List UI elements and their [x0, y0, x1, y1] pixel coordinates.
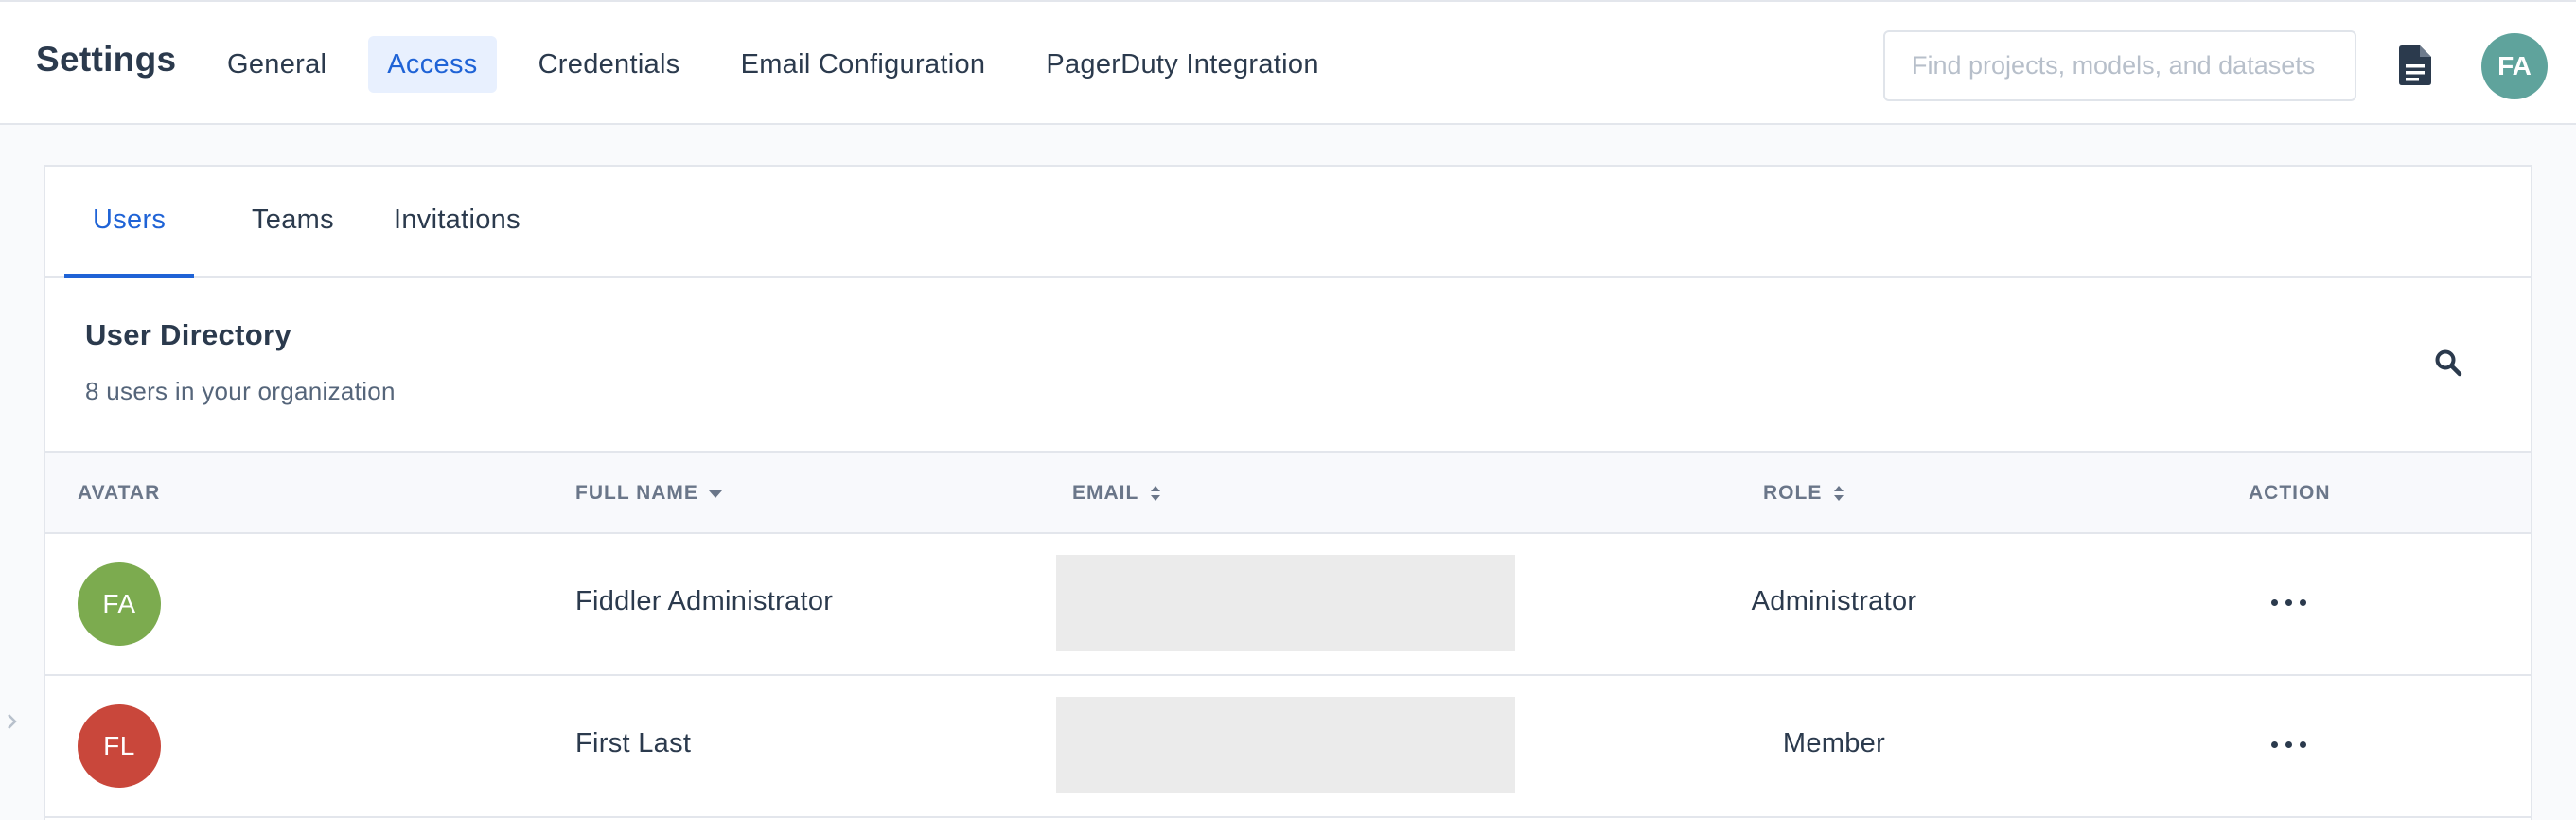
settings-nav: General Access Credentials Email Configu…: [208, 36, 1361, 93]
column-header-role[interactable]: ROLE: [1763, 453, 1846, 534]
email-redacted: [1056, 697, 1515, 793]
avatar: FL: [78, 704, 161, 788]
user-full-name: Fiddler Administrator: [575, 586, 834, 616]
column-header-email[interactable]: EMAIL: [1072, 453, 1163, 534]
column-header-full-name[interactable]: FULL NAME: [575, 453, 723, 534]
table-header: AVATAR FULL NAME EMAIL ROLE ACTION: [45, 451, 2531, 534]
user-role: Member: [1782, 728, 1886, 758]
column-header-action: ACTION: [2249, 482, 2331, 504]
sort-icon: [1834, 486, 1844, 501]
chevron-right-icon[interactable]: [6, 712, 19, 731]
tab-users[interactable]: Users: [64, 167, 195, 278]
top-bar: Settings General Access Credentials Emai…: [0, 0, 2576, 125]
nav-general[interactable]: General: [208, 36, 345, 93]
more-horizontal-icon[interactable]: [2260, 583, 2317, 621]
column-header-avatar: AVATAR: [78, 482, 161, 504]
search-icon[interactable]: [2434, 348, 2462, 377]
tab-invitations[interactable]: Invitations: [365, 167, 549, 278]
access-tabs: Users Teams Invitations: [45, 167, 2531, 278]
tab-teams[interactable]: Teams: [223, 167, 362, 278]
directory-subtitle: 8 users in your organization: [85, 377, 396, 405]
email-redacted: [1056, 555, 1515, 651]
nav-credentials[interactable]: Credentials: [520, 36, 699, 93]
access-card: Users Teams Invitations User Directory 8…: [44, 165, 2532, 820]
nav-email-configuration[interactable]: Email Configuration: [722, 36, 1005, 93]
table-row: FL First Last Member: [45, 676, 2531, 818]
user-full-name: First Last: [575, 728, 692, 758]
global-search-input[interactable]: [1883, 30, 2356, 101]
nav-access[interactable]: Access: [368, 36, 497, 93]
more-horizontal-icon[interactable]: [2260, 725, 2317, 763]
document-icon[interactable]: [2399, 45, 2431, 85]
avatar: FA: [78, 562, 161, 646]
user-avatar[interactable]: FA: [2481, 33, 2548, 99]
nav-pagerduty-integration[interactable]: PagerDuty Integration: [1027, 36, 1337, 93]
directory-title: User Directory: [85, 318, 291, 351]
page-title: Settings: [36, 40, 177, 79]
table-row: FA Fiddler Administrator Administrator: [45, 534, 2531, 676]
sort-desc-icon: [708, 490, 722, 498]
user-role: Administrator: [1751, 586, 1917, 616]
sort-icon: [1151, 486, 1161, 501]
